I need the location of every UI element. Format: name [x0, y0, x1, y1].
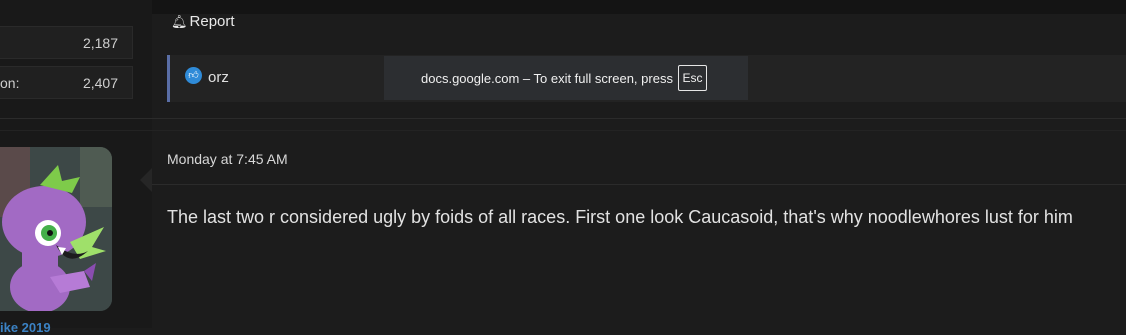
reaction-users[interactable]: orz: [208, 69, 229, 86]
post-date[interactable]: Monday at 7:45 AM: [167, 151, 288, 167]
fullscreen-notice: docs.google.com – To exit full screen, p…: [384, 56, 748, 100]
post-body: The last two r considered ugly by foids …: [167, 207, 1073, 227]
stat-row: on: 2,407: [0, 66, 133, 99]
post-header-divider: [152, 184, 1126, 185]
stat-value: 2,407: [82, 75, 118, 91]
post-separator: [0, 130, 1126, 131]
esc-key: Esc: [678, 65, 707, 91]
report-link[interactable]: 🔔︎ Report: [171, 13, 235, 30]
message-pointer-arrow: [140, 168, 152, 192]
stat-label: on:: [0, 75, 20, 91]
browser-top-strip: [0, 0, 1126, 14]
post-separator: [0, 118, 1126, 119]
thumbs-up-icon: 👍︎: [185, 67, 202, 84]
avatar[interactable]: [0, 147, 112, 311]
avatar-image: [0, 147, 112, 311]
user-stats-column: 2,187 on: 2,407 ike 2019: [0, 0, 152, 335]
fullscreen-message: docs.google.com – To exit full screen, p…: [421, 71, 673, 86]
stat-value: 2,187: [82, 35, 118, 51]
stat-row: 2,187: [0, 26, 133, 59]
bell-icon: 🔔︎: [171, 14, 188, 29]
report-label: Report: [189, 13, 235, 30]
